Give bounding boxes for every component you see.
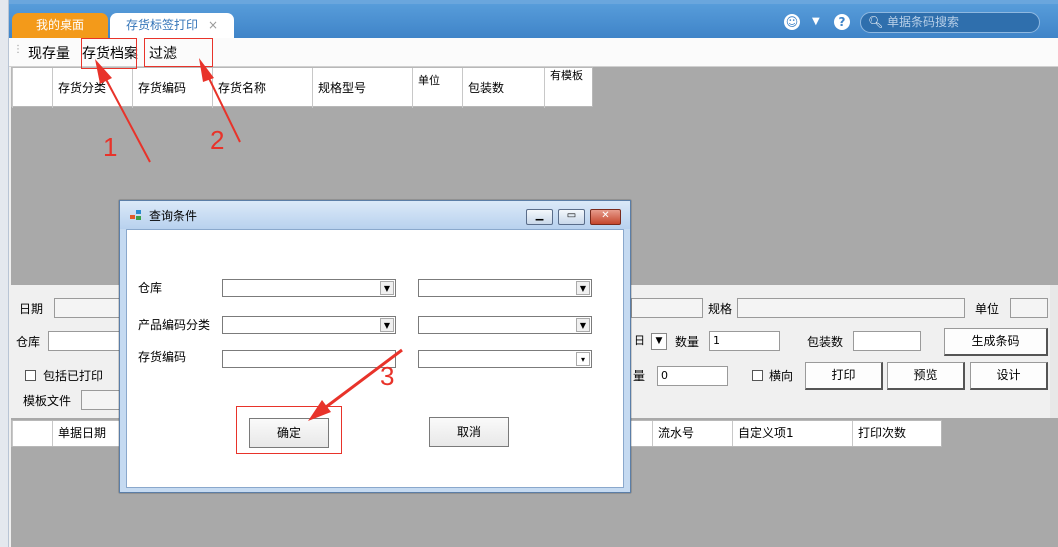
annotation-arrows — [95, 58, 403, 421]
arrow-3-head — [308, 400, 331, 421]
annotation-label-3: 3 — [380, 361, 395, 391]
annotation-label-2: 2 — [210, 125, 225, 155]
annotation-label-1: 1 — [103, 132, 118, 162]
arrow-2-head — [199, 58, 214, 82]
arrow-1-head — [95, 59, 112, 84]
